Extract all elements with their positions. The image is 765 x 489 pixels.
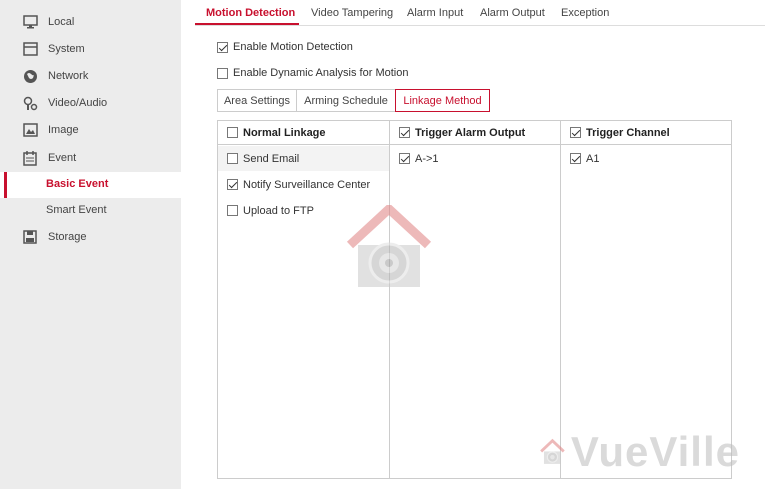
upload-to-ftp-checkbox[interactable] xyxy=(227,205,238,216)
trigger-channel-header[interactable]: Trigger Channel xyxy=(561,121,731,145)
sidebar: Local System Network Video/Audio Image E… xyxy=(0,0,181,489)
subtab-linkage-method[interactable]: Linkage Method xyxy=(395,89,490,112)
alarm-output-a1-checkbox[interactable] xyxy=(399,153,410,164)
watermark-house-logo xyxy=(346,202,432,289)
save-icon xyxy=(22,229,38,245)
watermark-vueville: VueVille xyxy=(540,426,740,478)
sidebar-item-smart-event[interactable]: Smart Event xyxy=(0,198,181,224)
normal-linkage-header-label: Normal Linkage xyxy=(243,126,326,139)
send-email-label: Send Email xyxy=(243,152,300,165)
notify-surveillance-center-checkbox[interactable] xyxy=(227,179,238,190)
system-icon xyxy=(22,41,38,57)
sidebar-item-local[interactable]: Local xyxy=(0,9,181,35)
normal-linkage-column: Normal Linkage Send Email Notify Surveil… xyxy=(218,121,390,478)
sidebar-item-label: Event xyxy=(48,152,77,164)
sidebar-item-label: Storage xyxy=(48,231,87,243)
sidebar-item-image[interactable]: Image xyxy=(0,117,181,143)
trigger-channel-column: Trigger Channel A1 xyxy=(561,121,731,478)
sidebar-item-label: System xyxy=(48,43,85,55)
enable-motion-detection-label: Enable Motion Detection xyxy=(233,41,353,53)
subtab-arming-schedule[interactable]: Arming Schedule xyxy=(296,89,396,112)
list-item[interactable]: Notify Surveillance Center xyxy=(218,172,389,197)
sidebar-item-label: Network xyxy=(48,70,89,82)
sidebar-subitem-label: Smart Event xyxy=(46,204,107,216)
normal-linkage-header[interactable]: Normal Linkage xyxy=(218,121,389,145)
list-item[interactable]: A->1 xyxy=(390,146,560,171)
trigger-alarm-output-select-all-checkbox[interactable] xyxy=(399,127,410,138)
enable-motion-detection-option[interactable]: Enable Motion Detection xyxy=(217,41,353,53)
sidebar-item-label: Image xyxy=(48,124,79,136)
enable-motion-detection-checkbox[interactable] xyxy=(217,41,228,53)
channel-a1-checkbox[interactable] xyxy=(570,153,581,164)
channel-a1-label: A1 xyxy=(586,152,600,165)
globe-icon xyxy=(22,68,38,84)
sidebar-item-basic-event[interactable]: Basic Event xyxy=(0,172,181,198)
watermark-text: VueVille xyxy=(570,428,740,475)
sidebar-item-system[interactable]: System xyxy=(0,36,181,62)
trigger-alarm-output-column: Trigger Alarm Output A->1 xyxy=(390,121,561,478)
microphone-icon xyxy=(22,95,38,111)
normal-linkage-select-all-checkbox[interactable] xyxy=(227,127,238,138)
sidebar-item-label: Local xyxy=(48,16,75,28)
trigger-alarm-output-header[interactable]: Trigger Alarm Output xyxy=(390,121,560,145)
image-icon xyxy=(22,122,38,138)
sidebar-item-storage[interactable]: Storage xyxy=(0,224,181,250)
trigger-channel-select-all-checkbox[interactable] xyxy=(570,127,581,138)
enable-dynamic-analysis-label: Enable Dynamic Analysis for Motion xyxy=(233,67,409,79)
tab-video-tampering[interactable]: Video Tampering xyxy=(311,7,393,19)
watermark-small-house-icon xyxy=(540,438,565,464)
sidebar-item-event[interactable]: Event xyxy=(0,145,181,171)
notify-surveillance-center-label: Notify Surveillance Center xyxy=(243,178,371,191)
upload-to-ftp-label: Upload to FTP xyxy=(243,204,314,217)
calendar-icon xyxy=(22,150,38,166)
subtab-area-settings[interactable]: Area Settings xyxy=(217,89,297,112)
tab-alarm-input[interactable]: Alarm Input xyxy=(407,7,463,19)
sidebar-item-network[interactable]: Network xyxy=(0,63,181,89)
list-item[interactable]: Send Email xyxy=(218,146,389,171)
trigger-channel-header-label: Trigger Channel xyxy=(586,126,670,139)
tab-alarm-output[interactable]: Alarm Output xyxy=(480,7,545,19)
trigger-alarm-output-header-label: Trigger Alarm Output xyxy=(415,126,526,139)
sidebar-item-label: Video/Audio xyxy=(48,97,108,109)
alarm-output-a1-label: A->1 xyxy=(415,152,439,165)
enable-dynamic-analysis-checkbox[interactable] xyxy=(217,67,228,79)
enable-dynamic-analysis-option[interactable]: Enable Dynamic Analysis for Motion xyxy=(217,67,408,79)
monitor-icon xyxy=(22,14,38,30)
sidebar-item-video-audio[interactable]: Video/Audio xyxy=(0,90,181,116)
sidebar-subitem-label: Basic Event xyxy=(46,178,109,190)
send-email-checkbox[interactable] xyxy=(227,153,238,164)
tab-exception[interactable]: Exception xyxy=(561,7,609,19)
active-tab-indicator xyxy=(195,23,299,25)
list-item[interactable]: A1 xyxy=(561,146,731,171)
tab-motion-detection[interactable]: Motion Detection xyxy=(206,7,295,19)
